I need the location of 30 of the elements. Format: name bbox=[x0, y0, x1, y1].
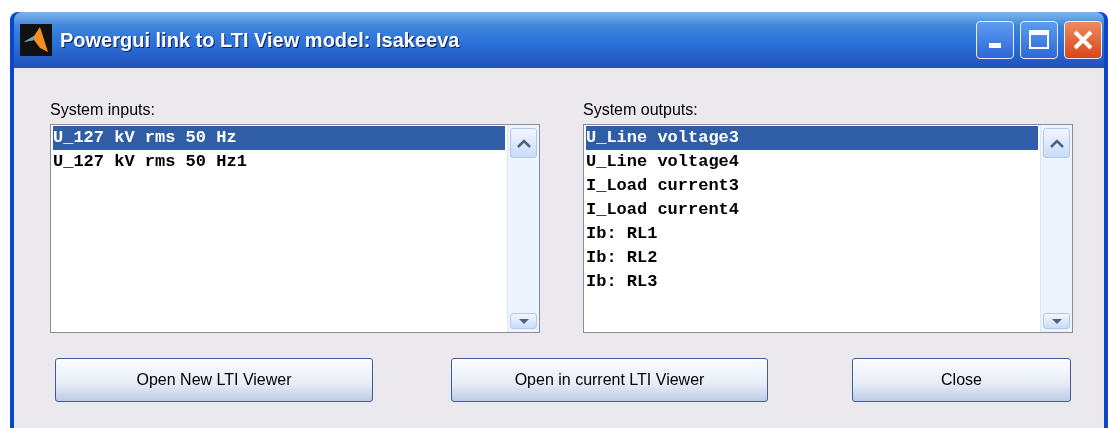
list-label: System inputs: bbox=[50, 100, 156, 120]
dialog-button[interactable]: Open in current LTI Viewer bbox=[451, 358, 768, 402]
list-item[interactable]: I_Load current4 bbox=[586, 198, 1038, 222]
list-item[interactable]: U_127 kV rms 50 Hz bbox=[53, 126, 505, 150]
list-item[interactable]: Ib: RL2 bbox=[586, 246, 1038, 270]
dialog-button[interactable]: Open New LTI Viewer bbox=[55, 358, 373, 402]
scrollbar[interactable] bbox=[507, 125, 539, 332]
list-label: System outputs: bbox=[583, 100, 699, 120]
dialog-button[interactable]: Close bbox=[852, 358, 1071, 402]
scroll-down-button[interactable] bbox=[510, 313, 537, 329]
list-item[interactable]: Ib: RL3 bbox=[586, 270, 1038, 294]
close-icon bbox=[1072, 29, 1094, 51]
app-logo-icon bbox=[20, 24, 52, 56]
scroll-up-button[interactable] bbox=[510, 128, 537, 158]
scroll-down-button[interactable] bbox=[1043, 313, 1070, 329]
window-title: Powergui link to LTI View model: Isakeeva bbox=[60, 28, 460, 53]
close-button[interactable] bbox=[1064, 21, 1102, 59]
maximize-button[interactable] bbox=[1020, 21, 1058, 59]
maximize-icon bbox=[1028, 29, 1050, 51]
down-arrow-icon bbox=[517, 317, 530, 325]
list-item[interactable]: I_Load current3 bbox=[586, 174, 1038, 198]
list-item[interactable]: U_127 kV rms 50 Hz1 bbox=[53, 150, 505, 174]
list-item[interactable]: Ib: RL1 bbox=[586, 222, 1038, 246]
down-arrow-icon bbox=[1050, 317, 1063, 325]
minimize-icon bbox=[989, 42, 1001, 48]
minimize-button[interactable] bbox=[976, 21, 1014, 59]
scroll-up-button[interactable] bbox=[1043, 128, 1070, 158]
scrollbar[interactable] bbox=[1040, 125, 1072, 332]
list-item[interactable]: U_Line voltage4 bbox=[586, 150, 1038, 174]
list-item[interactable]: U_Line voltage3 bbox=[586, 126, 1038, 150]
